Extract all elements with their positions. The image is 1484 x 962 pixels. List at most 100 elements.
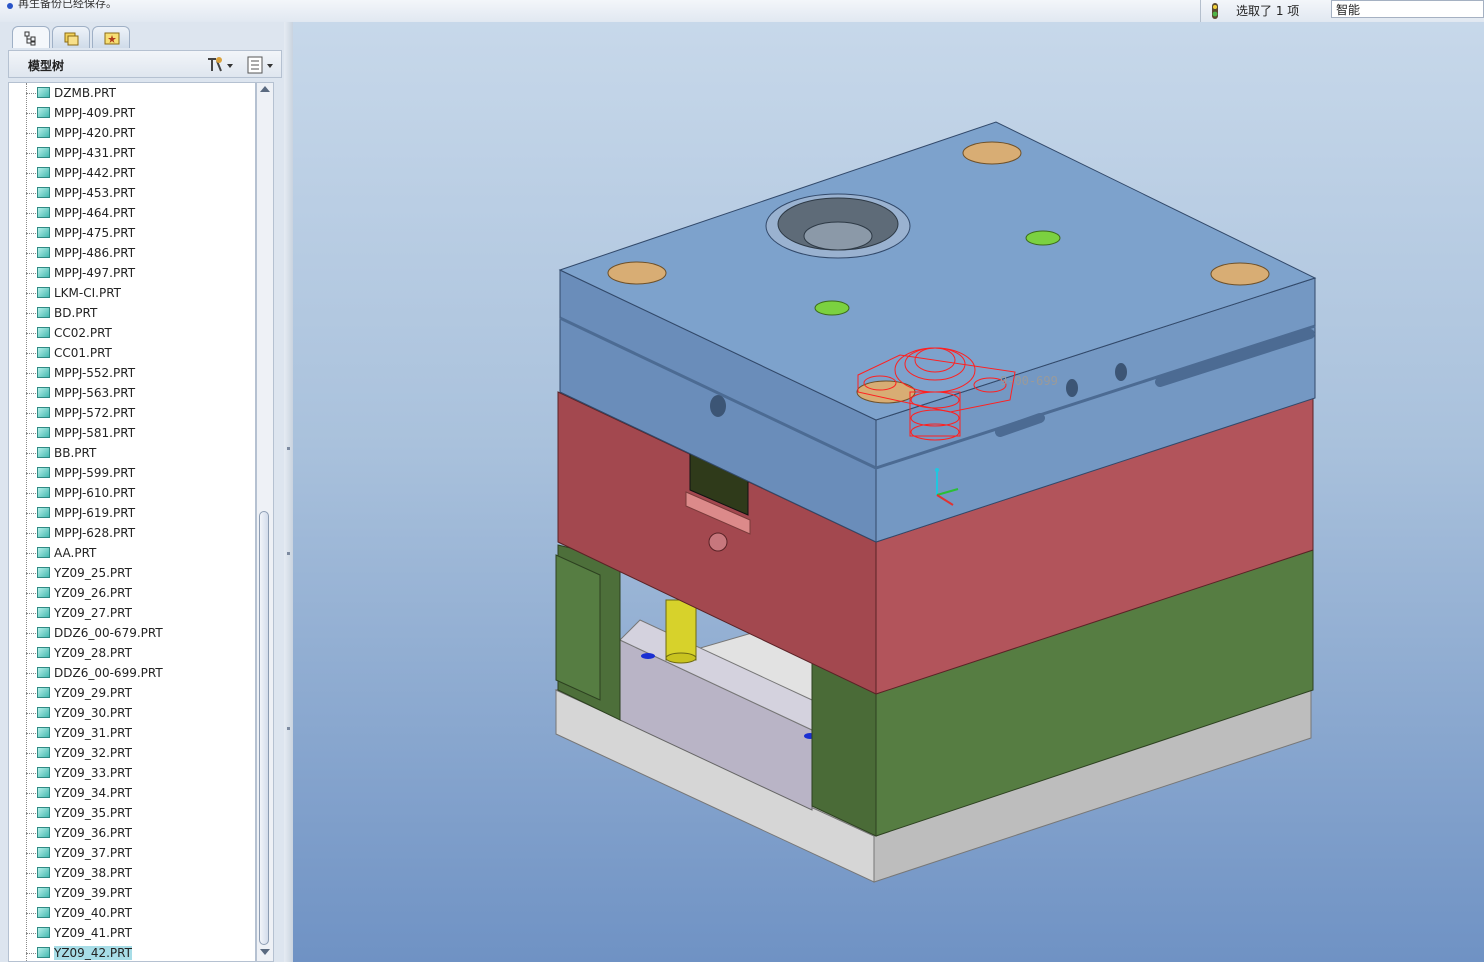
scroll-down-icon[interactable]	[260, 949, 270, 955]
scroll-thumb[interactable]	[259, 511, 269, 945]
scroll-up-icon[interactable]	[260, 86, 270, 92]
model-tree: DZMB.PRT MPPJ-409.PRT MPPJ-420.PRT MPPJ-431…	[8, 82, 256, 962]
tree-item[interactable]: BB.PRT	[9, 443, 255, 463]
tree-item[interactable]: YZ09_40.PRT	[9, 903, 255, 923]
mold-assembly-model[interactable]: 9-00-699	[293, 22, 1484, 962]
tree-item-label: MPPJ-431.PRT	[54, 146, 136, 160]
tree-branch	[26, 833, 36, 835]
message-bullet-icon	[7, 3, 13, 9]
message-bar: 再生备份已经保存。 选取了 1 项 智能	[0, 0, 1484, 23]
tree-branch	[26, 553, 36, 555]
tree-item[interactable]: YZ09_35.PRT	[9, 803, 255, 823]
tree-item[interactable]: YZ09_30.PRT	[9, 703, 255, 723]
tree-item[interactable]: MPPJ-409.PRT	[9, 103, 255, 123]
tree-item-label: MPPJ-581.PRT	[54, 426, 136, 440]
guide-pin-head	[856, 380, 916, 404]
model-tree-tab[interactable]	[12, 26, 50, 48]
part-icon	[37, 327, 50, 338]
tree-item[interactable]: MPPJ-420.PRT	[9, 123, 255, 143]
tree-item[interactable]: YZ09_25.PRT	[9, 563, 255, 583]
tree-item[interactable]: CC02.PRT	[9, 323, 255, 343]
tree-item[interactable]: CC01.PRT	[9, 343, 255, 363]
tree-item[interactable]: MPPJ-497.PRT	[9, 263, 255, 283]
tree-item[interactable]: DDZ6_00-699.PRT	[9, 663, 255, 683]
graphics-window[interactable]: 9-00-699	[293, 22, 1484, 962]
side-hole	[1066, 379, 1078, 397]
tree-item[interactable]: MPPJ-475.PRT	[9, 223, 255, 243]
tree-item[interactable]: YZ09_26.PRT	[9, 583, 255, 603]
tree-item[interactable]: MPPJ-464.PRT	[9, 203, 255, 223]
traffic-light-icon[interactable]	[1208, 2, 1222, 20]
tree-item[interactable]: MPPJ-563.PRT	[9, 383, 255, 403]
tree-branch	[26, 933, 36, 935]
part-icon	[37, 347, 50, 358]
part-icon	[37, 567, 50, 578]
tree-scrollbar[interactable]	[256, 82, 274, 962]
tree-item[interactable]: MPPJ-552.PRT	[9, 363, 255, 383]
selection-filter-select[interactable]: 智能	[1331, 0, 1484, 18]
tree-branch	[26, 293, 36, 295]
tree-item[interactable]: MPPJ-442.PRT	[9, 163, 255, 183]
panel-splitter[interactable]	[284, 22, 293, 962]
tree-item[interactable]: YZ09_29.PRT	[9, 683, 255, 703]
tree-item[interactable]: MPPJ-572.PRT	[9, 403, 255, 423]
part-icon	[37, 667, 50, 678]
status-divider	[1200, 0, 1201, 22]
tree-item[interactable]: YZ09_42.PRT	[9, 943, 255, 961]
tree-branch	[26, 213, 36, 215]
tree-item[interactable]: LKM-CI.PRT	[9, 283, 255, 303]
tree-item[interactable]: YZ09_37.PRT	[9, 843, 255, 863]
folder-browser-tab[interactable]	[52, 26, 90, 48]
part-icon	[37, 547, 50, 558]
tree-branch	[26, 93, 36, 95]
tree-item[interactable]: MPPJ-610.PRT	[9, 483, 255, 503]
tree-item[interactable]: MPPJ-581.PRT	[9, 423, 255, 443]
part-icon	[37, 527, 50, 538]
part-icon	[37, 687, 50, 698]
favorites-tab[interactable]	[92, 26, 130, 48]
tree-item[interactable]: BD.PRT	[9, 303, 255, 323]
part-icon	[37, 867, 50, 878]
tree-item[interactable]: AA.PRT	[9, 543, 255, 563]
tree-item[interactable]: MPPJ-619.PRT	[9, 503, 255, 523]
part-icon	[37, 467, 50, 478]
part-icon	[37, 927, 50, 938]
side-hole	[1115, 363, 1127, 381]
part-icon	[37, 447, 50, 458]
tree-item-list: DZMB.PRT MPPJ-409.PRT MPPJ-420.PRT MPPJ-431…	[9, 83, 255, 961]
tree-branch	[26, 273, 36, 275]
part-icon	[37, 307, 50, 318]
tree-item[interactable]: MPPJ-486.PRT	[9, 243, 255, 263]
tree-item-label: MPPJ-409.PRT	[54, 106, 136, 120]
tree-item[interactable]: YZ09_33.PRT	[9, 763, 255, 783]
guide-pin-head	[1210, 262, 1270, 286]
tree-branch	[26, 913, 36, 915]
tree-item[interactable]: MPPJ-431.PRT	[9, 143, 255, 163]
tree-item[interactable]: MPPJ-628.PRT	[9, 523, 255, 543]
support-pillar-cap	[665, 652, 697, 664]
tree-branch	[26, 173, 36, 175]
sprue-bushing-inner	[803, 221, 873, 251]
tree-item-label: MPPJ-628.PRT	[54, 526, 136, 540]
tree-settings-icon[interactable]	[205, 55, 237, 75]
tree-item[interactable]: MPPJ-453.PRT	[9, 183, 255, 203]
part-icon	[37, 947, 50, 958]
tree-item[interactable]: YZ09_36.PRT	[9, 823, 255, 843]
tree-item[interactable]: DDZ6_00-679.PRT	[9, 623, 255, 643]
tree-branch	[26, 733, 36, 735]
tree-item[interactable]: YZ09_39.PRT	[9, 883, 255, 903]
part-icon	[37, 847, 50, 858]
tree-item[interactable]: YZ09_41.PRT	[9, 923, 255, 943]
tree-item[interactable]: YZ09_32.PRT	[9, 743, 255, 763]
tree-item[interactable]: YZ09_27.PRT	[9, 603, 255, 623]
tree-item[interactable]: YZ09_31.PRT	[9, 723, 255, 743]
part-icon	[37, 707, 50, 718]
tree-item[interactable]: YZ09_28.PRT	[9, 643, 255, 663]
tree-item[interactable]: YZ09_38.PRT	[9, 863, 255, 883]
tree-item[interactable]: DZMB.PRT	[9, 83, 255, 103]
tree-item[interactable]: YZ09_34.PRT	[9, 783, 255, 803]
tree-show-icon[interactable]	[245, 55, 277, 75]
tree-branch	[26, 453, 36, 455]
tree-item[interactable]: MPPJ-599.PRT	[9, 463, 255, 483]
tree-branch	[26, 413, 36, 415]
